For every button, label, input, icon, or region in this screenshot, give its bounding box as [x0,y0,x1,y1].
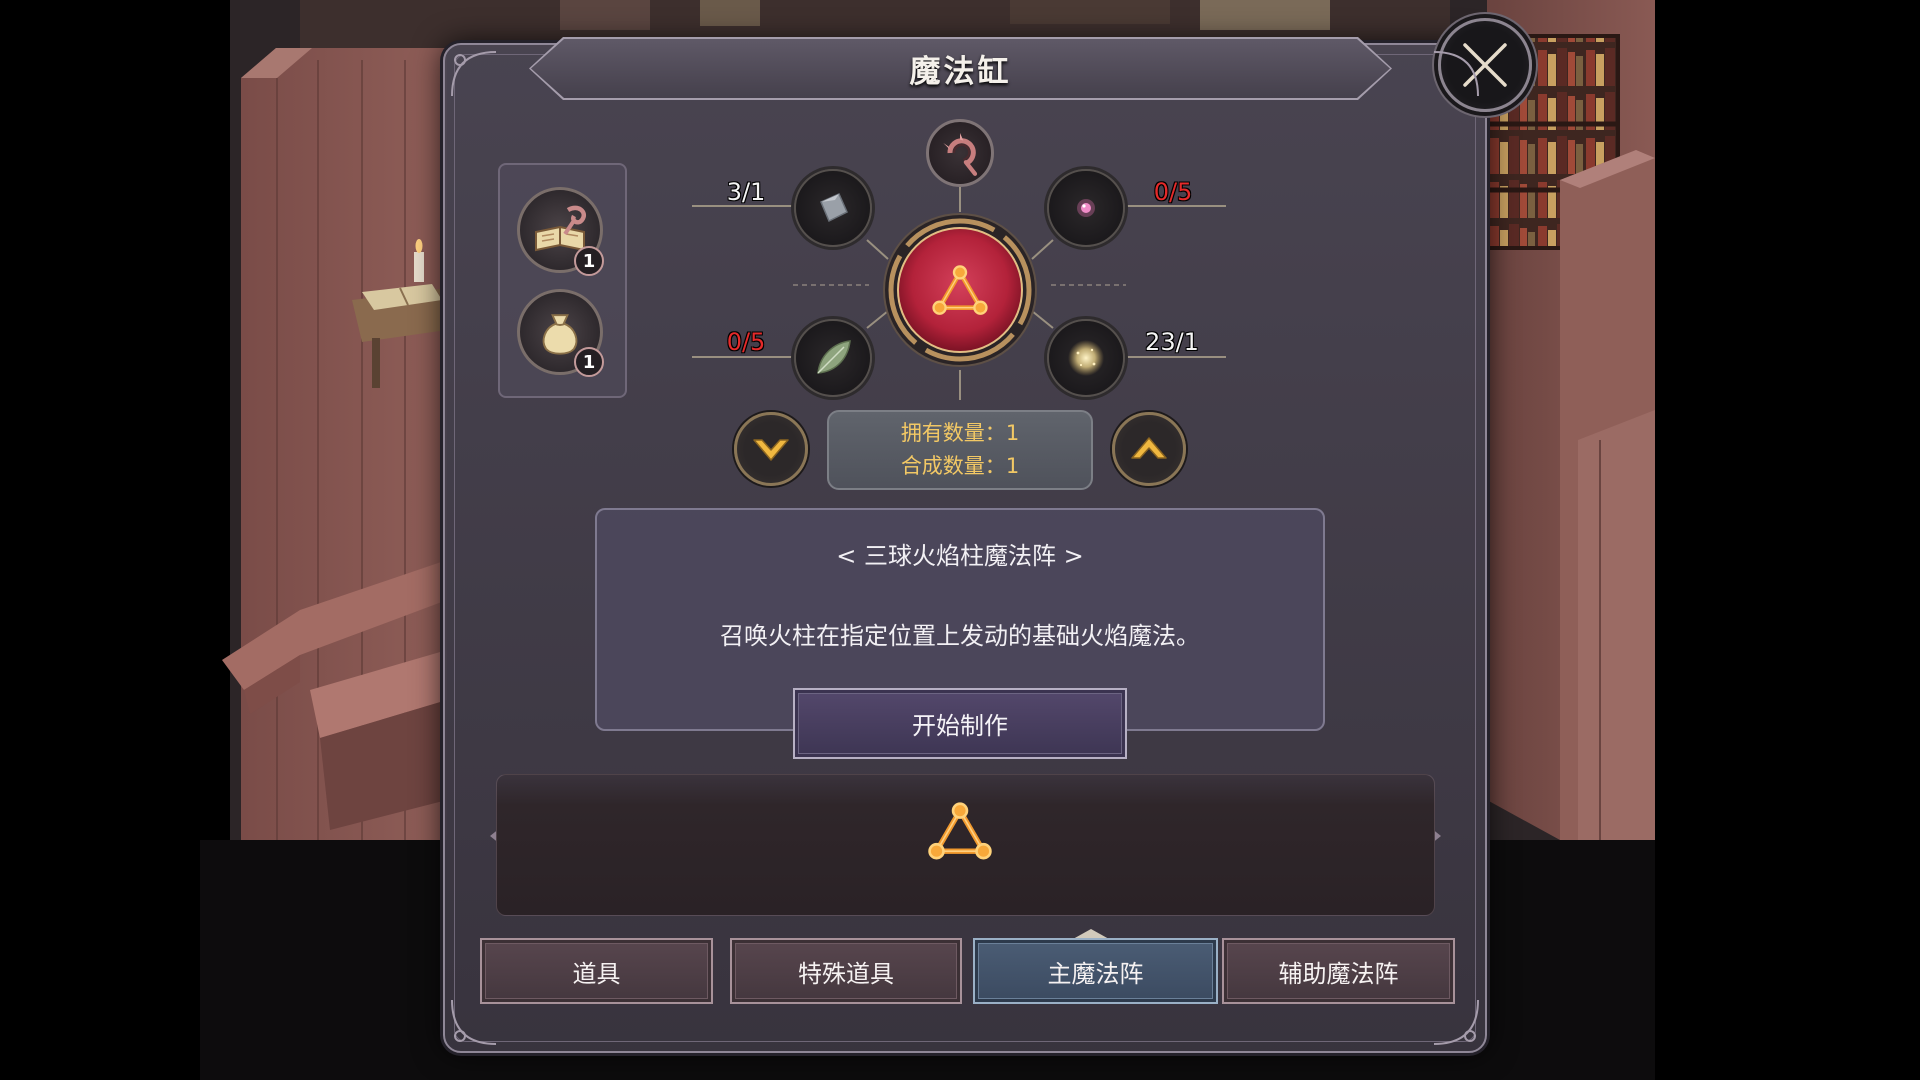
chevron-up-icon [1131,437,1167,459]
quantity-box: 拥有数量：1 合成数量：1 [827,410,1093,490]
owned-quantity-label: 拥有数量： [900,421,1006,445]
golden-dust-icon [1068,340,1104,376]
catalyst-slot[interactable] [926,119,994,187]
title-banner: 魔法缸 [529,37,1392,100]
magic-staff-icon [943,133,978,176]
recipe-name: < 三球火焰柱魔法阵 > [836,542,1084,570]
triangle-magic-circle-icon[interactable] [928,802,992,862]
tab-main-magic-circle[interactable]: 主魔法阵 [973,938,1218,1004]
ingredient-count-gem: 0/5 [1153,178,1193,206]
tab-items[interactable]: 道具 [480,938,713,1004]
page-title: 魔法缸 [909,54,1012,90]
ingredient-slot-dust[interactable] [1047,319,1125,397]
ingredient-slot-leaf[interactable] [794,319,872,397]
ingredient-slot-gem[interactable] [1047,169,1125,247]
close-icon [1463,43,1507,87]
inventory-panel: 1 1 [498,163,627,398]
inventory-count-badge: 1 [574,246,604,276]
inventory-count-badge: 1 [574,347,604,377]
craft-quantity-label: 合成数量： [900,454,1006,478]
ingredient-slot-stone[interactable] [794,169,872,247]
craft-quantity-value: 1 [1005,454,1020,478]
ingredient-count-dust: 23/1 [1145,328,1199,356]
start-crafting-button[interactable]: 开始制作 [793,688,1127,759]
owned-quantity-value: 1 [1005,421,1020,445]
increase-quantity-button[interactable] [1112,412,1186,486]
tab-special-items[interactable]: 特殊道具 [730,938,962,1004]
ingredient-count-leaf: 0/5 [726,328,766,356]
triangle-magic-circle-icon [932,265,988,315]
recipe-description: 召唤火柱在指定位置上发动的基础火焰魔法。 [720,622,1200,650]
leaf-icon [817,340,851,374]
decrease-quantity-button[interactable] [734,412,808,486]
stone-shard-icon [820,193,848,223]
close-button[interactable] [1438,18,1532,112]
tab-support-magic-circle[interactable]: 辅助魔法阵 [1222,938,1455,1004]
ingredient-count-stone: 3/1 [726,178,766,206]
owned-quantity: 拥有数量：1 [901,420,1019,447]
recipe-core [882,212,1038,368]
chevron-down-icon [753,439,789,461]
craft-quantity: 合成数量：1 [901,453,1019,480]
pink-gem-icon [1077,199,1095,217]
